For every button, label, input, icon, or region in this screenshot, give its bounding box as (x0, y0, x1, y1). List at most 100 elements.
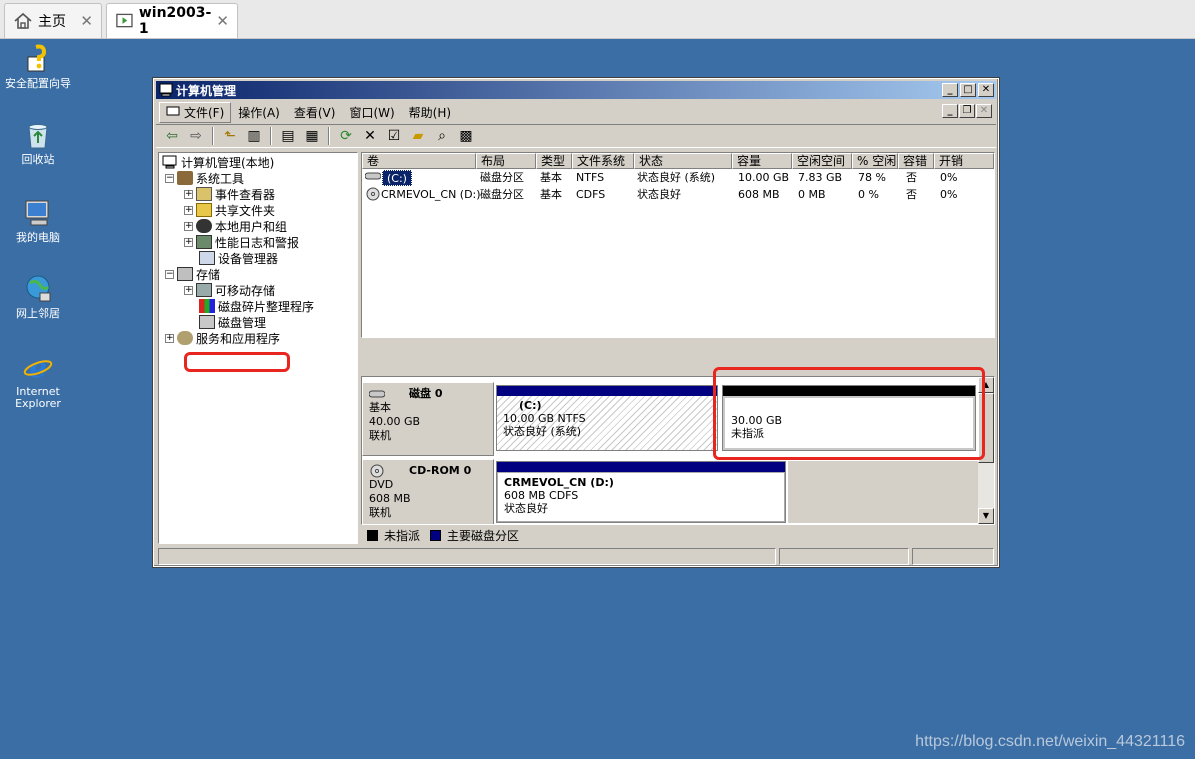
column-header-free-space[interactable]: 空闲空间 (792, 153, 852, 169)
internet-explorer-icon: e (23, 351, 53, 383)
collapse-icon[interactable]: − (165, 173, 174, 183)
expand-icon[interactable]: + (184, 189, 193, 199)
minimize-button[interactable]: _ (942, 83, 958, 97)
tree-item-device-manager[interactable]: 设备管理器 (199, 250, 278, 266)
network-places-icon (26, 275, 51, 302)
tree-item-storage[interactable]: − 存储 (165, 266, 220, 282)
forward-icon[interactable]: ⇨ (186, 127, 206, 145)
menu-file[interactable]: 文件(F) (159, 101, 232, 123)
cell-percent-free: 0 % (858, 188, 879, 201)
back-icon[interactable]: ⇦ (162, 127, 182, 145)
close-icon[interactable]: ✕ (216, 12, 229, 30)
tree-item-local-users[interactable]: + 本地用户和组 (184, 218, 287, 234)
tree-item-services-apps[interactable]: + 服务和应用程序 (165, 330, 280, 346)
column-header-fault-tolerance[interactable]: 容错 (898, 153, 934, 169)
users-icon (196, 219, 212, 233)
disk-size: 608 MB (369, 492, 411, 505)
partition-d[interactable]: CRMEVOL_CN (D:) 608 MB CDFS 状态良好 (496, 461, 786, 523)
column-header-overhead[interactable]: 开销 (934, 153, 994, 169)
menu-window[interactable]: 窗口(W) (342, 104, 401, 121)
device-manager-icon (199, 251, 215, 265)
partition-c[interactable]: (C:) 10.00 GB NTFS 状态良好 (系统) (496, 385, 718, 451)
column-header-percent-free[interactable]: % 空闲 (852, 153, 898, 169)
tree-item-event-viewer[interactable]: + 事件查看器 (184, 186, 275, 202)
mdi-close-button[interactable]: ✕ (976, 104, 992, 118)
expand-icon[interactable]: + (184, 285, 193, 295)
help-icon[interactable]: ▦ (302, 127, 322, 145)
removable-storage-icon (196, 283, 212, 297)
menu-bar: 文件(F) 操作(A) 查看(V) 窗口(W) 帮助(H) _ ❐ ✕ (156, 101, 996, 123)
tree-item-system-tools[interactable]: − 系统工具 (165, 170, 244, 186)
close-icon[interactable]: ✕ (80, 12, 93, 30)
desktop-icon-internet-explorer[interactable]: e Internet Explorer (0, 351, 76, 410)
close-button[interactable]: ✕ (978, 83, 994, 97)
services-icon (177, 331, 193, 345)
check-disk-icon[interactable]: ☑ (384, 127, 404, 145)
column-header-type[interactable]: 类型 (536, 153, 572, 169)
search-icon[interactable]: ⌕ (432, 127, 452, 145)
show-tree-icon[interactable]: ▥ (244, 127, 264, 145)
collapse-icon[interactable]: − (165, 269, 174, 279)
maximize-button[interactable]: □ (960, 83, 976, 97)
computer-management-icon (159, 83, 173, 97)
partition-info: 10.00 GB NTFS (503, 412, 586, 425)
tree-item-removable-storage[interactable]: + 可移动存储 (184, 282, 275, 298)
column-header-capacity[interactable]: 容量 (732, 153, 792, 169)
expand-icon[interactable]: + (184, 237, 193, 247)
up-folder-icon[interactable]: ⬑ (220, 127, 240, 145)
tree-item-disk-management[interactable]: 磁盘管理 (199, 314, 266, 330)
cell-status: 状态良好 (系统) (637, 171, 716, 184)
vm-icon (116, 13, 133, 28)
desktop-icon-network-places[interactable]: 网上邻居 (0, 273, 76, 320)
tab-win2003[interactable]: win2003-1 ✕ (106, 3, 238, 38)
tree-item-shared-folders[interactable]: + 共享文件夹 (184, 202, 275, 218)
legend-swatch-unallocated (367, 529, 378, 541)
column-header-status[interactable]: 状态 (634, 153, 732, 169)
primary-partition-bar (497, 386, 717, 396)
status-pane (158, 548, 776, 565)
column-header-volume[interactable]: 卷 (362, 153, 476, 169)
column-header-filesystem[interactable]: 文件系统 (572, 153, 634, 169)
disk-management-icon (199, 315, 215, 329)
scrollbar-track[interactable] (978, 463, 994, 508)
tree-item-defragmenter[interactable]: 磁盘碎片整理程序 (199, 298, 314, 314)
tree-label: 系统工具 (196, 171, 245, 186)
watermark: https://blog.csdn.net/weixin_44321116 (915, 733, 1185, 750)
disk-0-info[interactable]: 磁盘 0 基本 40.00 GB 联机 (362, 382, 494, 456)
computer-management-window: 计算机管理 _ □ ✕ 文件(F) 操作(A) 查看(V) 窗口(W) 帮助(H… (152, 77, 1000, 568)
tree-root[interactable]: 计算机管理(本地) (162, 154, 274, 170)
properties-icon[interactable]: ▤ (278, 127, 298, 145)
mdi-restore-button[interactable]: ❐ (959, 104, 975, 118)
desktop-icon-label: Internet Explorer (15, 385, 61, 410)
recycle-bin-icon (28, 124, 48, 149)
partition-name: CRMEVOL_CN (D:) (504, 476, 614, 489)
menu-view[interactable]: 查看(V) (287, 104, 343, 121)
expand-icon[interactable]: + (184, 205, 193, 215)
cdrom-0-info[interactable]: CD-ROM 0 DVD 608 MB 联机 (362, 459, 494, 524)
delete-icon[interactable]: ✕ (360, 127, 380, 145)
cell-filesystem: CDFS (576, 188, 606, 201)
desktop-icon-my-computer[interactable]: 我的电脑 (0, 197, 76, 244)
refresh-icon[interactable]: ⟳ (336, 127, 356, 145)
menu-action[interactable]: 操作(A) (231, 104, 287, 121)
scroll-down-icon[interactable]: ▼ (978, 508, 994, 524)
legend: 未指派 主要磁盘分区 (361, 526, 995, 544)
expand-icon[interactable]: + (184, 221, 193, 231)
mdi-minimize-button[interactable]: _ (942, 104, 958, 118)
window-title-bar[interactable]: 计算机管理 _ □ ✕ (156, 81, 996, 99)
desktop-icon-security-wizard[interactable]: 安全配置向导 (0, 43, 76, 90)
tab-home[interactable]: 主页 ✕ (4, 3, 102, 38)
shared-folder-icon (196, 203, 212, 217)
tab-home-label: 主页 (38, 14, 66, 30)
tree-item-performance-logs[interactable]: + 性能日志和警报 (184, 234, 299, 250)
column-header-layout[interactable]: 布局 (476, 153, 536, 169)
open-folder-icon[interactable]: ▰ (408, 127, 428, 145)
menu-help[interactable]: 帮助(H) (402, 104, 458, 121)
expand-icon[interactable]: + (165, 333, 174, 343)
cell-percent-free: 78 % (858, 171, 886, 184)
desktop-icon-recycle-bin[interactable]: 回收站 (0, 119, 76, 166)
disk-properties-icon[interactable]: ▩ (456, 127, 476, 145)
svg-text:e: e (29, 351, 47, 383)
disk-icon (364, 170, 382, 186)
tree-label: 事件查看器 (215, 187, 276, 202)
